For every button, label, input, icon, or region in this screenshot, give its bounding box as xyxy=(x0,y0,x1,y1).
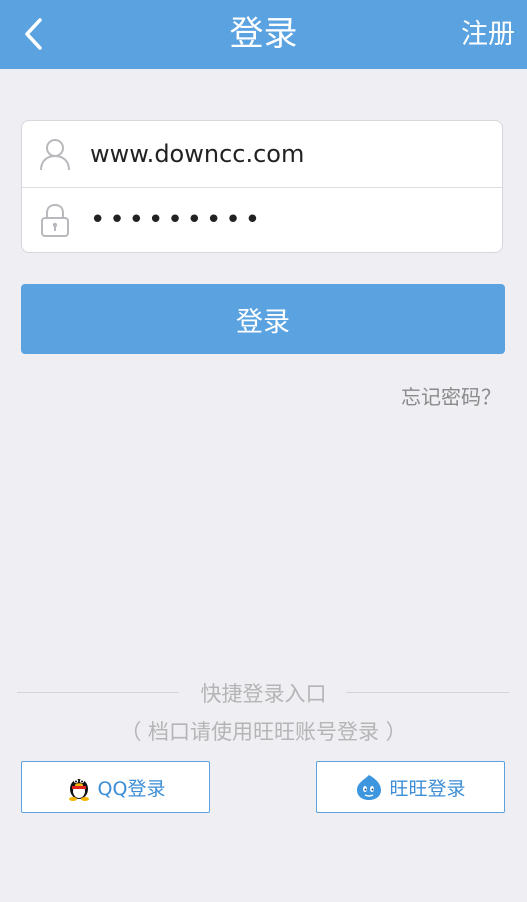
username-input[interactable] xyxy=(90,134,502,174)
back-button[interactable] xyxy=(14,14,54,54)
lock-icon xyxy=(22,203,88,237)
login-form xyxy=(21,120,503,253)
wangwang-login-label: 旺旺登录 xyxy=(389,777,466,800)
wangwang-icon xyxy=(355,773,383,801)
forgot-password-link[interactable]: 忘记密码？ xyxy=(401,381,501,410)
wangwang-login-button[interactable]: 旺旺登录 xyxy=(316,761,505,813)
password-input[interactable] xyxy=(90,200,502,240)
top-bar: 登录 注册 xyxy=(0,0,527,69)
page-title: 登录 xyxy=(229,14,298,54)
qq-login-button[interactable]: QQ登录 xyxy=(21,761,210,813)
user-icon xyxy=(22,137,88,171)
login-button[interactable]: 登录 xyxy=(21,284,505,354)
username-row xyxy=(22,121,502,188)
qq-login-label: QQ登录 xyxy=(97,777,166,800)
quick-login-title: 快捷登录入口 xyxy=(200,682,327,706)
password-row xyxy=(22,187,502,253)
chevron-left-icon xyxy=(25,18,42,50)
quick-login-note: （ 档口请使用旺旺账号登录 ） xyxy=(120,720,407,744)
register-button[interactable]: 注册 xyxy=(461,0,515,69)
qq-penguin-icon xyxy=(66,773,92,801)
